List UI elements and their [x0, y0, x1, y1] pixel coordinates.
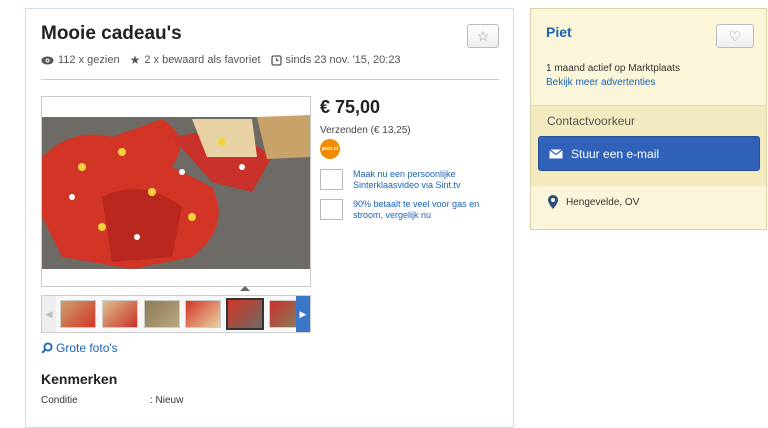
- thumbnail-4[interactable]: [185, 300, 221, 328]
- thumbnail-prev-button[interactable]: ◀: [42, 296, 56, 332]
- ad-text: 90% betaalt te veel voor gas en stroom, …: [353, 199, 480, 220]
- ad-energy[interactable]: 90% betaalt te veel voor gas en stroom, …: [320, 199, 495, 221]
- thumbnail-6[interactable]: [269, 300, 297, 328]
- follow-seller-button[interactable]: ♡: [716, 24, 754, 48]
- thumbnail-strip: ◀ ▶: [41, 295, 311, 333]
- thumbnail-2[interactable]: [102, 300, 138, 328]
- contact-preference-label: Contactvoorkeur: [547, 114, 636, 128]
- eye-icon: [41, 56, 54, 64]
- listing-title: Mooie cadeau's: [41, 23, 182, 44]
- thumbnail-5[interactable]: [226, 298, 264, 330]
- thumbnail-3[interactable]: [144, 300, 180, 328]
- seller-more-ads-link[interactable]: Bekijk meer advertenties: [546, 77, 656, 88]
- enlarge-photos-label: Grote foto's: [56, 341, 118, 355]
- seller-location: Hengevelde, OV: [548, 195, 639, 209]
- listing-price: € 75,00: [320, 97, 381, 117]
- postnl-logo: post.nl: [320, 139, 340, 159]
- kenmerk-label: Conditie: [41, 395, 78, 406]
- postnl-logo-text: post.nl: [321, 146, 339, 152]
- seller-active-since: 1 maand actief op Marktplaats: [546, 63, 680, 74]
- magnifier-icon: [41, 342, 53, 354]
- chevron-right-icon: ▶: [299, 308, 307, 319]
- since-stat: sinds 23 nov. '15, 20:23: [270, 54, 401, 66]
- listing-meta: 112 x gezien ★ 2 x bewaard als favoriet …: [41, 53, 401, 67]
- send-email-button[interactable]: Stuur een e-mail: [538, 136, 760, 171]
- ad-sinterklaas[interactable]: Maak nu een persoonlijke Sinterklaasvide…: [320, 169, 495, 191]
- shipping-info: Verzenden (€ 13,25): [320, 125, 411, 136]
- active-thumbnail-pointer: [240, 286, 250, 291]
- contact-section: Contactvoorkeur Stuur een e-mail: [531, 105, 766, 186]
- chevron-left-icon: ◀: [45, 308, 53, 319]
- views-stat: 112 x gezien: [41, 54, 120, 66]
- clock-icon: [270, 54, 282, 66]
- enlarge-photos-link[interactable]: Grote foto's: [41, 341, 118, 355]
- ad-image: [320, 169, 343, 190]
- heart-outline-icon: ♡: [728, 27, 742, 44]
- title-divider: [41, 79, 499, 80]
- listing-panel: Mooie cadeau's ☆ 112 x gezien ★ 2 x bewa…: [25, 8, 514, 428]
- seller-panel: Piet ♡ 1 maand actief op Marktplaats Bek…: [530, 8, 767, 230]
- main-photo[interactable]: [41, 96, 311, 287]
- ad-text: Maak nu een persoonlijke Sinterklaasvide…: [353, 169, 461, 190]
- views-count: 112 x gezien: [58, 54, 120, 66]
- star-outline-icon: ☆: [476, 27, 490, 44]
- thumbnail-1[interactable]: [60, 300, 96, 328]
- ad-image: [320, 199, 343, 220]
- favorite-button[interactable]: ☆: [467, 24, 499, 48]
- thumbnail-next-button[interactable]: ▶: [296, 296, 310, 332]
- kenmerken-heading: Kenmerken: [41, 371, 118, 387]
- kenmerk-value: : Nieuw: [150, 395, 184, 406]
- send-email-label: Stuur een e-mail: [571, 146, 660, 161]
- favorites-count: 2 x bewaard als favoriet: [144, 54, 261, 66]
- location-text: Hengevelde, OV: [566, 196, 640, 208]
- favorites-stat: ★ 2 x bewaard als favoriet: [130, 53, 261, 67]
- star-icon: ★: [129, 53, 141, 67]
- map-pin-icon: [548, 195, 558, 209]
- since-date: sinds 23 nov. '15, 20:23: [285, 54, 401, 66]
- envelope-icon: [549, 148, 563, 158]
- seller-name[interactable]: Piet: [546, 24, 572, 40]
